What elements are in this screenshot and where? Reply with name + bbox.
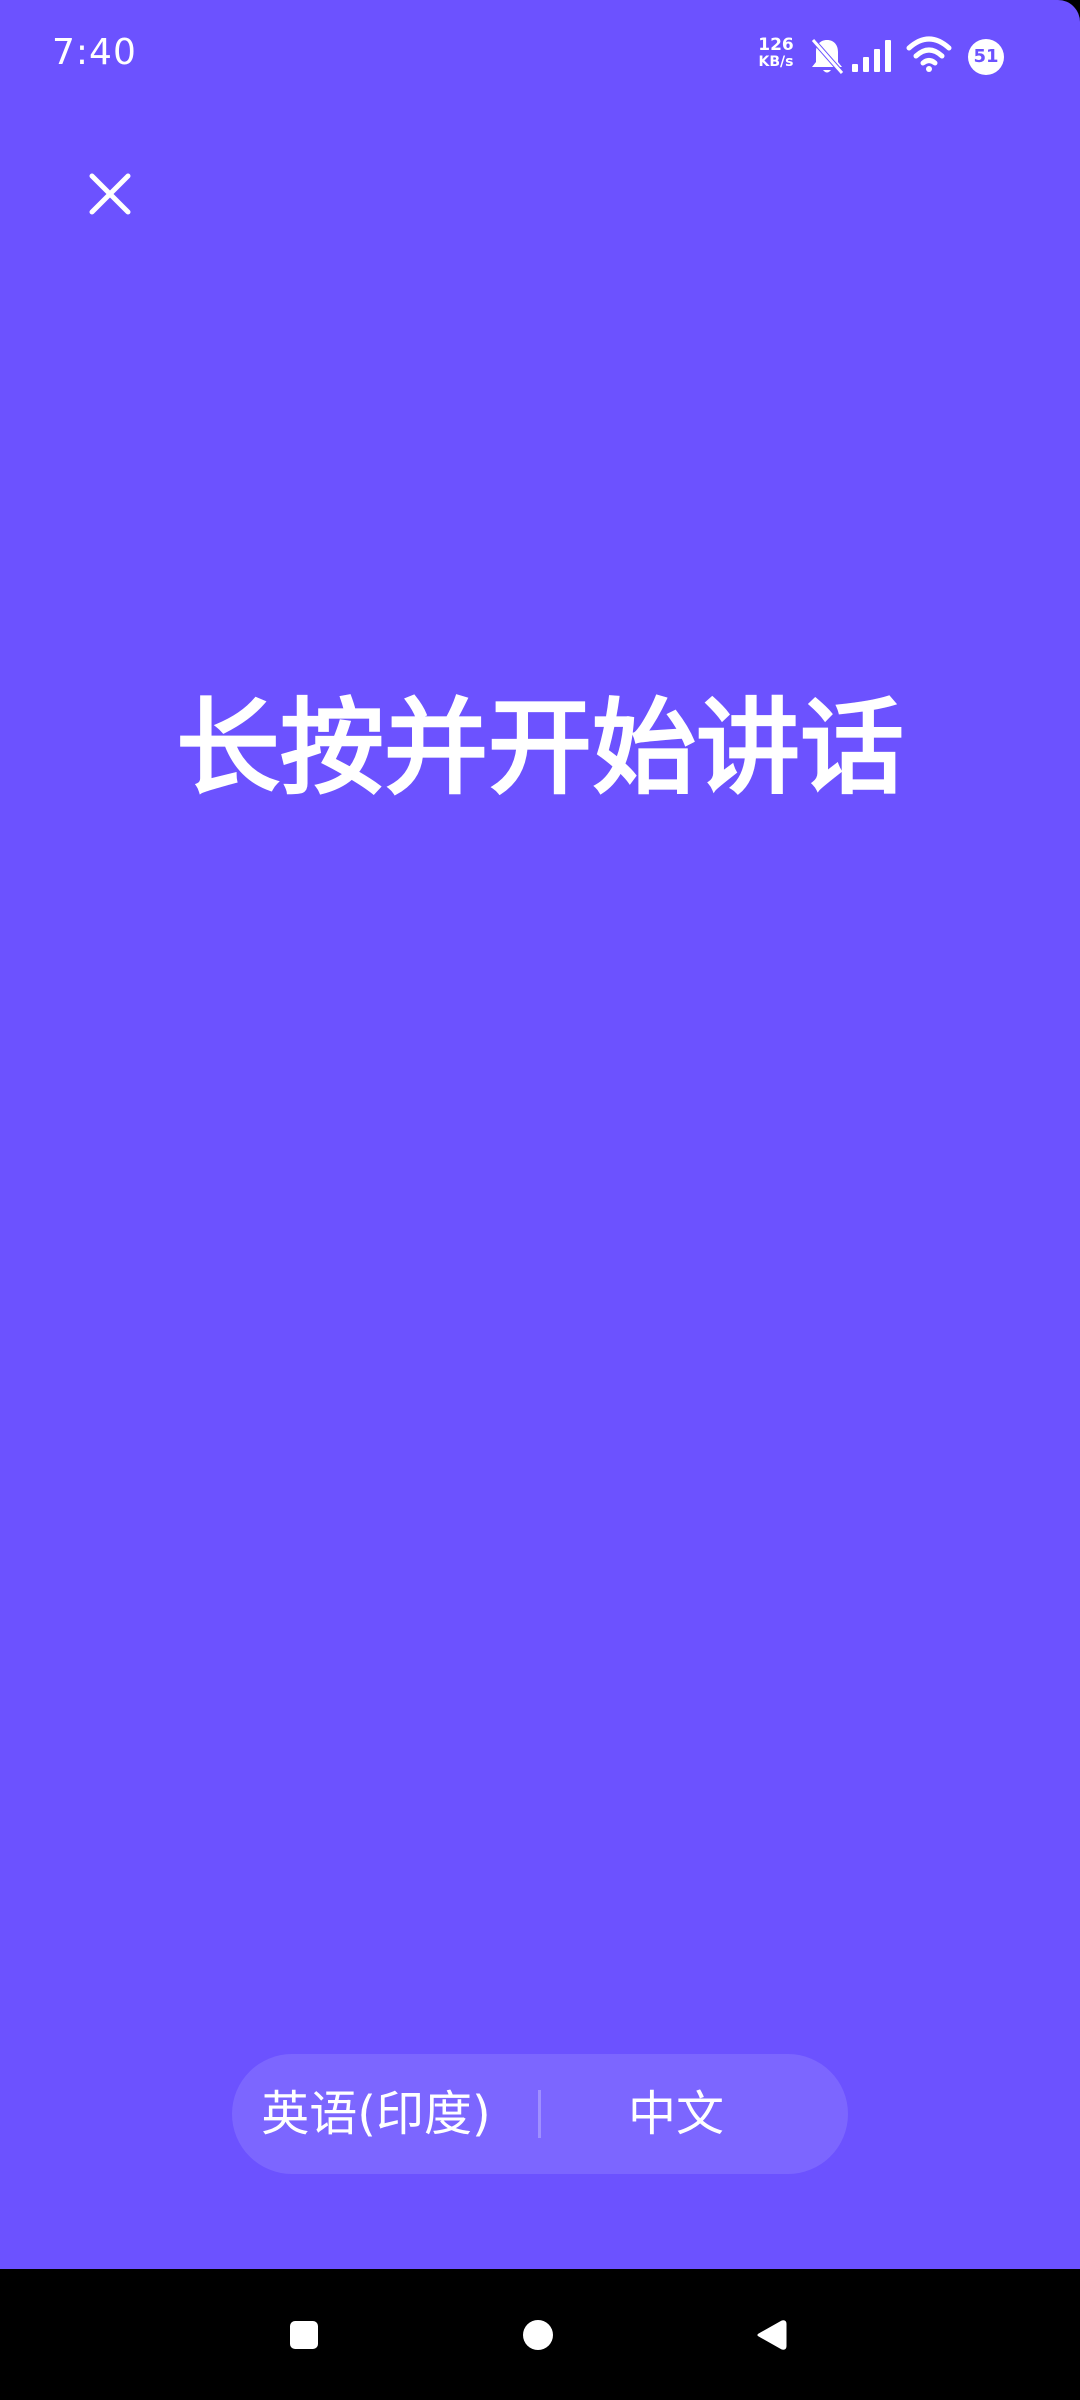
recents-button[interactable] (274, 2305, 334, 2365)
language-divider (538, 2090, 541, 2138)
target-language-button[interactable]: 中文 (588, 2054, 764, 2174)
status-time: 7:40 (52, 32, 137, 73)
wifi-icon (906, 36, 952, 76)
network-speed: 126 KB/s (753, 37, 799, 71)
close-button[interactable] (76, 160, 144, 228)
battery-icon: 51 (968, 39, 1004, 75)
voice-translate-screen: 7:40 126 KB/s 51 长按并开始讲话 英语(印度) 中文 (0, 0, 1080, 2269)
notifications-off-icon (808, 36, 846, 80)
network-speed-value: 126 (758, 35, 794, 55)
signal-icon (852, 38, 894, 76)
close-icon (89, 173, 131, 215)
home-button[interactable] (508, 2305, 568, 2365)
home-icon (523, 2320, 553, 2350)
back-icon (757, 2320, 787, 2350)
language-selector: 英语(印度) 中文 (232, 2054, 848, 2174)
back-button[interactable] (742, 2305, 802, 2365)
network-speed-unit: KB/s (758, 54, 794, 70)
navigation-bar (0, 2269, 1080, 2400)
source-language-button[interactable]: 英语(印度) (260, 2054, 492, 2174)
press-and-hold-hint[interactable]: 长按并开始讲话 (0, 678, 1080, 818)
status-bar: 7:40 126 KB/s 51 (0, 0, 1080, 110)
recents-icon (290, 2321, 318, 2349)
